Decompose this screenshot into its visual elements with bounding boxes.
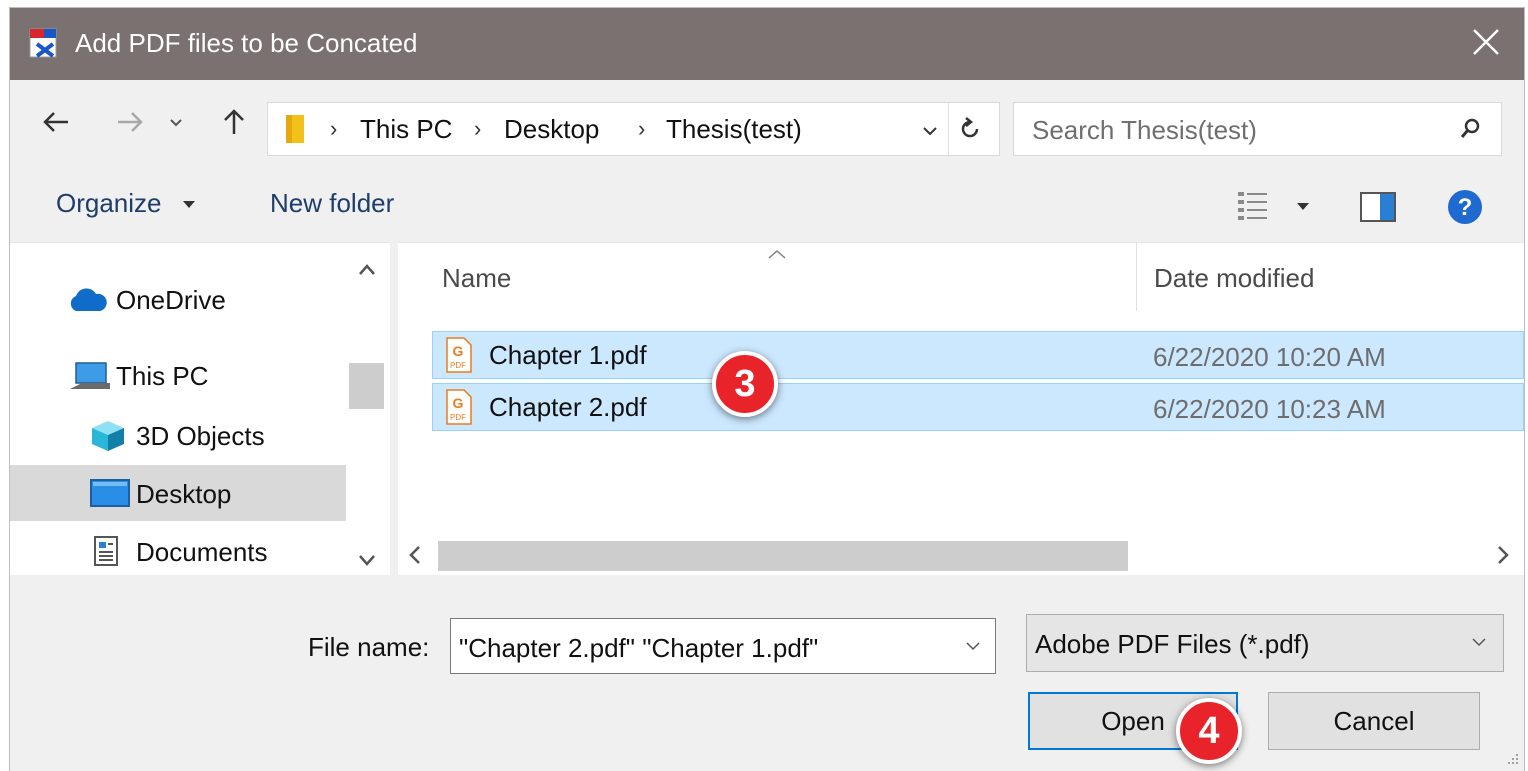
file-row[interactable]: G PDF Chapter 1.pdf 6/22/2020 10:20 AM [432, 331, 1524, 379]
file-type-value: Adobe PDF Files (*.pdf) [1035, 629, 1310, 659]
svg-text:PDF: PDF [450, 361, 466, 370]
breadcrumb-separator-icon: › [638, 116, 646, 141]
help-icon[interactable]: ? [1446, 188, 1484, 226]
sidebar-item-label: 3D Objects [136, 421, 265, 451]
forward-arrow-icon[interactable] [110, 102, 150, 142]
file-name-field[interactable]: "Chapter 2.pdf" "Chapter 1.pdf" [450, 618, 996, 674]
desktop-icon [90, 479, 130, 507]
computer-icon [70, 362, 110, 389]
breadcrumb-separator-icon: › [330, 116, 338, 141]
address-dropdown-icon[interactable] [920, 121, 940, 141]
scroll-up-icon[interactable] [358, 263, 376, 277]
search-placeholder: Search Thesis(test) [1032, 115, 1257, 145]
document-icon [94, 536, 118, 566]
folder-icon [286, 115, 304, 143]
file-row[interactable]: G PDF Chapter 2.pdf 6/22/2020 10:23 AM [432, 383, 1524, 431]
file-name: Chapter 2.pdf [489, 392, 647, 422]
search-icon[interactable] [1459, 117, 1483, 141]
breadcrumb-desktop[interactable]: Desktop [504, 114, 599, 145]
step-3-marker: 3 [712, 351, 778, 417]
sidebar-item-desktop[interactable]: Desktop [10, 465, 346, 521]
navigation-pane: OneDrive This PC 3D Objects Desktop Docu… [10, 242, 390, 575]
file-name-label: File name: [308, 632, 430, 662]
file-list: Name Date modified G PDF Chapter 1.pdf 6… [398, 242, 1524, 575]
sidebar-item-onedrive[interactable]: OneDrive [10, 271, 346, 327]
resize-grip-icon[interactable] [1504, 752, 1520, 768]
pdf-file-icon: G PDF [446, 337, 472, 373]
sidebar-item-label: Desktop [136, 479, 232, 509]
window-title: Add PDF files to be Concated [75, 28, 418, 58]
navpane-scroll-thumb[interactable] [349, 363, 384, 409]
back-arrow-icon[interactable] [36, 102, 76, 142]
cube-icon [92, 421, 124, 451]
filelist-scroll-thumb[interactable] [438, 541, 1128, 571]
refresh-icon[interactable] [956, 115, 984, 143]
organize-button[interactable]: Organize [56, 188, 162, 219]
title-bar: Add PDF files to be Concated [10, 8, 1524, 80]
breadcrumb-this-pc[interactable]: This PC [360, 114, 452, 145]
new-folder-button[interactable]: New folder [270, 188, 394, 219]
caret-down-icon[interactable] [182, 200, 196, 210]
breadcrumb-thesis[interactable]: Thesis(test) [666, 114, 802, 145]
view-options-icon[interactable] [1236, 190, 1270, 224]
file-type-select[interactable]: Adobe PDF Files (*.pdf) [1026, 614, 1504, 672]
cloud-icon [70, 288, 107, 311]
file-name-value: "Chapter 2.pdf" "Chapter 1.pdf" [459, 633, 819, 663]
sidebar-item-label: OneDrive [116, 285, 226, 315]
filelist-hscrollbar[interactable] [398, 535, 1524, 575]
sidebar-item-label: Documents [136, 537, 268, 567]
search-input[interactable]: Search Thesis(test) [1013, 102, 1502, 156]
sidebar-item-this-pc[interactable]: This PC [10, 347, 346, 403]
file-date: 6/22/2020 10:23 AM [1153, 394, 1386, 424]
pdf-file-icon: G PDF [446, 389, 472, 425]
scroll-left-icon[interactable] [408, 545, 422, 565]
file-type-dropdown-icon[interactable] [1471, 635, 1487, 649]
close-icon[interactable] [1468, 24, 1504, 60]
navpane-scrollbar[interactable] [346, 243, 388, 575]
scroll-down-icon[interactable] [358, 553, 376, 567]
column-header-name[interactable]: Name [442, 263, 511, 294]
step-4-marker: 4 [1176, 698, 1242, 764]
address-bar[interactable]: › This PC › Desktop › Thesis(test) [267, 102, 1000, 156]
view-caret-down-icon[interactable] [1296, 202, 1310, 212]
file-name-dropdown-icon[interactable] [965, 639, 981, 653]
svg-text:G: G [453, 395, 464, 411]
column-header-date-modified[interactable]: Date modified [1154, 263, 1314, 294]
sidebar-item-documents[interactable]: Documents [10, 523, 346, 579]
svg-text:PDF: PDF [450, 413, 466, 422]
breadcrumb-separator-icon: › [474, 116, 482, 141]
pdf-app-icon [29, 28, 57, 58]
scroll-right-icon[interactable] [1496, 545, 1510, 565]
dialog-footer: File name: "Chapter 2.pdf" "Chapter 1.pd… [10, 574, 1524, 771]
svg-text:?: ? [1458, 194, 1473, 221]
file-date: 6/22/2020 10:20 AM [1153, 342, 1386, 372]
file-open-dialog: Add PDF files to be Concated › This PC ›… [10, 8, 1524, 771]
chevron-down-icon[interactable] [162, 102, 190, 142]
sort-ascending-icon [768, 250, 786, 259]
up-arrow-icon[interactable] [214, 102, 254, 142]
preview-pane-icon[interactable] [1360, 192, 1396, 222]
cancel-button[interactable]: Cancel [1268, 692, 1480, 750]
file-name: Chapter 1.pdf [489, 340, 647, 370]
column-divider[interactable] [1136, 243, 1137, 311]
sidebar-item-label: This PC [116, 361, 209, 391]
sidebar-item-3d-objects[interactable]: 3D Objects [10, 407, 346, 463]
navigation-bar: › This PC › Desktop › Thesis(test) Searc… [10, 80, 1524, 166]
command-toolbar: Organize New folder ? [10, 166, 1524, 242]
svg-text:G: G [453, 343, 464, 359]
